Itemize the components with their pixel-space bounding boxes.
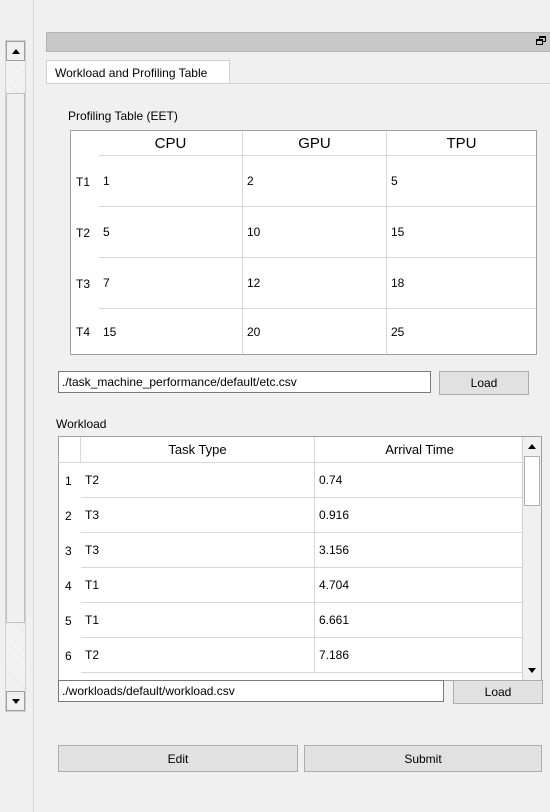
workload-row-number[interactable]: 6 [59,638,81,673]
profiling-cell[interactable]: 12 [243,258,387,309]
workload-scroll-thumb[interactable] [524,456,540,506]
profiling-col-header[interactable]: TPU [387,131,536,156]
profiling-table: CPU GPU TPU T1 1 2 5 T2 5 10 15 T3 7 12 … [70,130,537,355]
workload-row-number[interactable]: 2 [59,498,81,533]
tab-workload-and-profiling[interactable]: Workload and Profiling Table [46,60,230,84]
profiling-cell[interactable]: 5 [99,207,243,258]
profiling-path-input[interactable] [58,371,431,393]
profiling-col-header[interactable]: CPU [99,131,243,156]
left-scroll-thumb[interactable] [6,93,25,623]
arrow-up-icon [528,444,536,449]
profiling-section-label: Profiling Table (EET) [68,109,178,123]
workload-table-corner [59,437,81,463]
arrow-down-icon [528,668,536,673]
profiling-row-header[interactable]: T2 [71,207,99,258]
left-scrollbar[interactable] [5,40,26,712]
profiling-cell[interactable]: 1 [99,156,243,207]
profiling-cell[interactable]: 18 [387,258,536,309]
profiling-col-header[interactable]: GPU [243,131,387,156]
workload-scroll-down-button[interactable] [523,662,541,679]
submit-button[interactable]: Submit [304,745,542,772]
workload-cell[interactable]: T2 [81,463,315,498]
profiling-row-header[interactable]: T4 [71,309,99,354]
workload-cell[interactable]: T1 [81,603,315,638]
dock-title-bar[interactable] [46,32,550,52]
workload-cell[interactable]: 7.186 [315,638,524,673]
workload-section-label: Workload [56,417,107,431]
profiling-cell[interactable]: 15 [387,207,536,258]
dock-panel: Workload and Profiling Table Profiling T… [33,0,550,812]
workload-cell[interactable]: 0.74 [315,463,524,498]
profiling-cell[interactable]: 15 [99,309,243,354]
tab-pane: Profiling Table (EET) CPU GPU TPU T1 1 2… [46,83,550,812]
profiling-cell[interactable]: 2 [243,156,387,207]
profiling-table-corner [71,131,99,156]
arrow-down-icon [11,698,20,704]
workload-row-number[interactable]: 4 [59,568,81,603]
left-scroll-down-button[interactable] [6,691,25,711]
profiling-cell[interactable]: 5 [387,156,536,207]
workload-scrollbar[interactable] [522,437,541,680]
edit-button[interactable]: Edit [58,745,298,772]
workload-cell[interactable]: 4.704 [315,568,524,603]
workload-table: Task Type Arrival Time 1 T2 0.74 2 T3 0.… [58,436,542,681]
profiling-row-header[interactable]: T1 [71,156,99,207]
profiling-cell[interactable]: 10 [243,207,387,258]
profiling-row-header[interactable]: T3 [71,258,99,309]
workload-col-header[interactable]: Arrival Time [315,437,524,463]
workload-load-button[interactable]: Load [453,680,543,704]
workload-cell[interactable]: T2 [81,638,315,673]
workload-cell[interactable]: T3 [81,498,315,533]
workload-row-number[interactable]: 1 [59,463,81,498]
workload-cell[interactable]: T1 [81,568,315,603]
arrow-up-icon [11,48,20,54]
left-scroll-up-button[interactable] [6,41,25,61]
workload-col-header[interactable]: Task Type [81,437,315,463]
workload-path-input[interactable] [58,680,444,702]
workload-scroll-up-button[interactable] [523,438,541,455]
workload-cell[interactable]: T3 [81,533,315,568]
workload-row-number[interactable]: 3 [59,533,81,568]
profiling-cell[interactable]: 20 [243,309,387,354]
workload-cell[interactable]: 0.916 [315,498,524,533]
workload-row-number[interactable]: 5 [59,603,81,638]
profiling-cell[interactable]: 25 [387,309,536,354]
profiling-cell[interactable]: 7 [99,258,243,309]
workload-cell[interactable]: 3.156 [315,533,524,568]
float-window-icon[interactable] [536,36,547,46]
profiling-load-button[interactable]: Load [439,371,529,395]
workload-cell[interactable]: 6.661 [315,603,524,638]
